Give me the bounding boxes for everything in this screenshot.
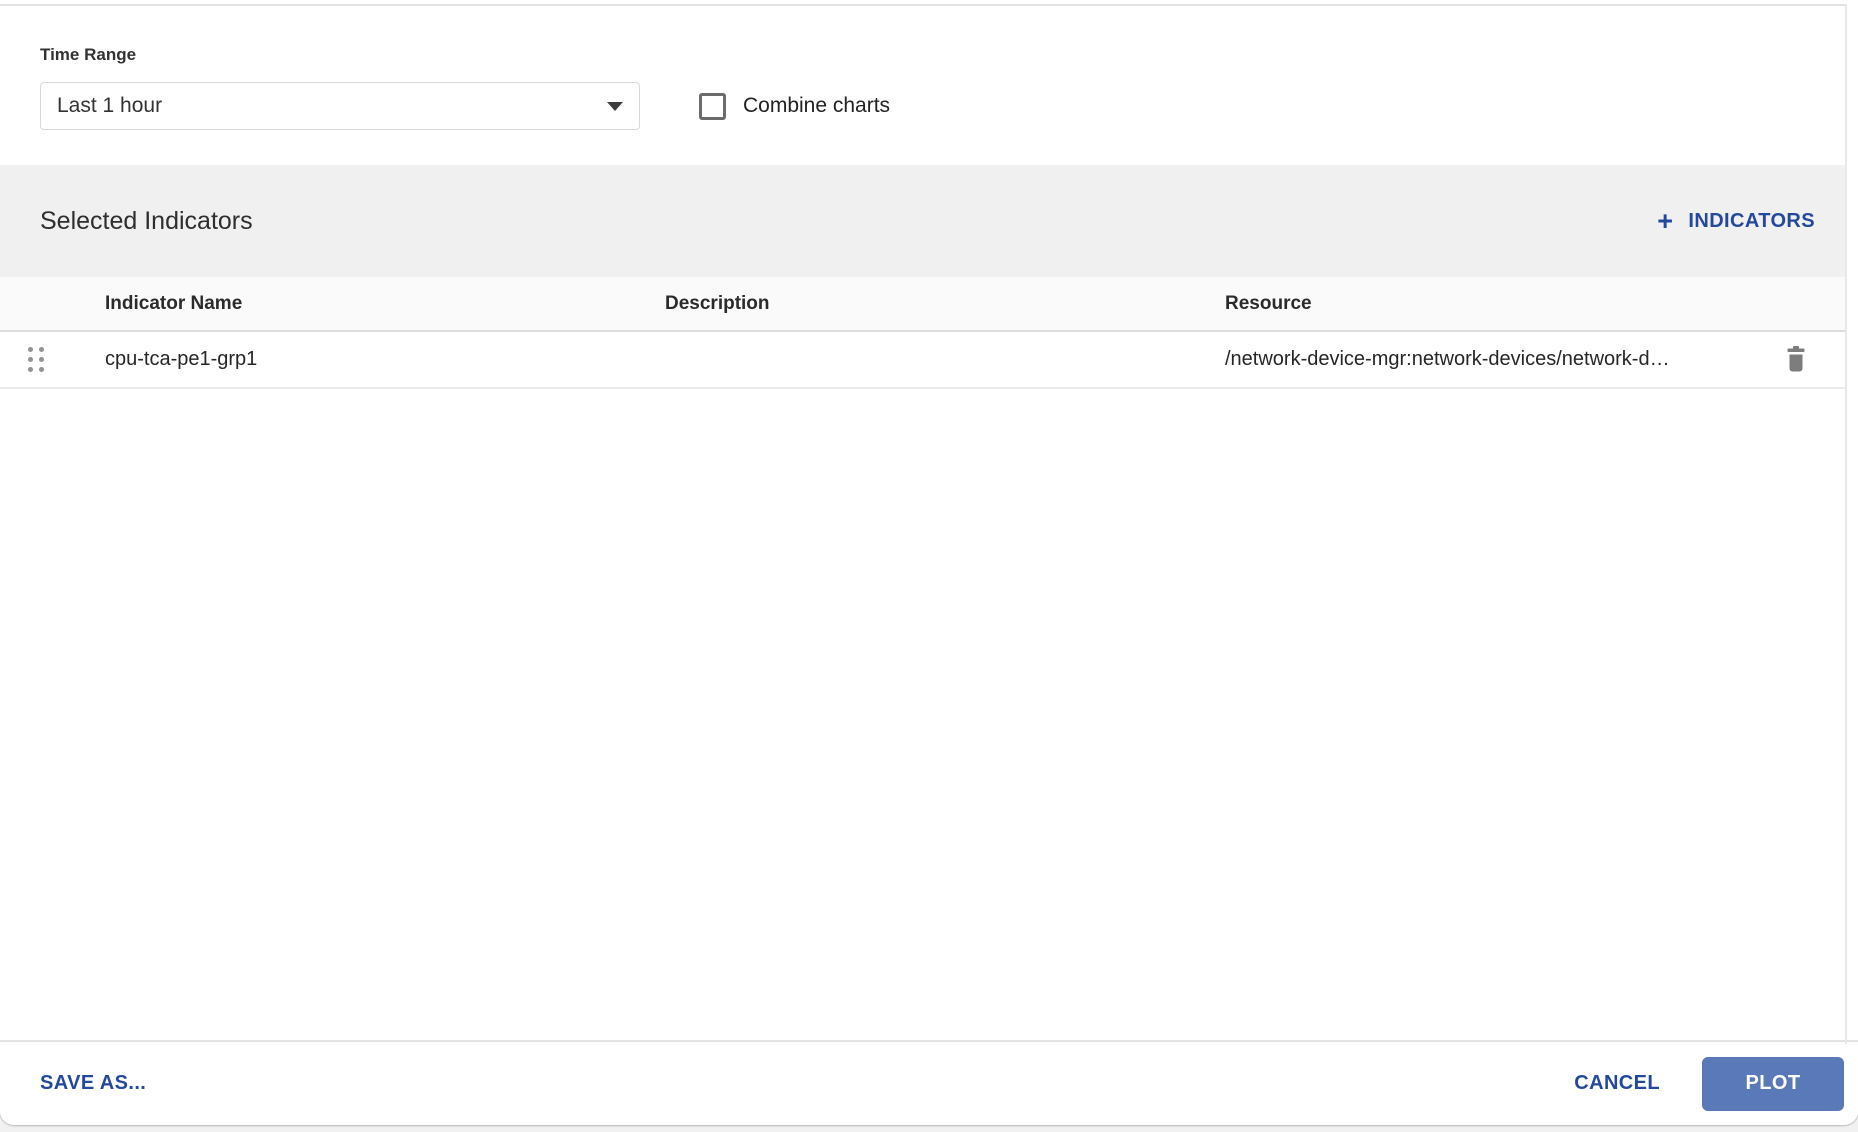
dialog-content: Time Range Last 1 hour Combine charts Se…	[0, 0, 1858, 1044]
drag-handle-icon[interactable]	[28, 347, 44, 372]
delete-row-button[interactable]	[1785, 346, 1807, 373]
cell-indicator-name: cpu-tca-pe1-grp1	[105, 348, 258, 370]
add-indicators-button[interactable]: + INDICATORS	[1657, 205, 1815, 236]
time-range-label: Time Range	[40, 45, 137, 64]
scroll-pane: Time Range Last 1 hour Combine charts Se…	[0, 4, 1847, 1044]
cancel-button[interactable]: CANCEL	[1574, 1072, 1660, 1095]
plot-indicators-dialog: Time Range Last 1 hour Combine charts Se…	[0, 0, 1858, 1125]
chevron-down-icon	[607, 101, 623, 111]
dialog-footer: SAVE AS... CANCEL PLOT	[0, 1040, 1858, 1125]
column-header-resource: Resource	[1225, 292, 1312, 314]
plot-button[interactable]: PLOT	[1702, 1056, 1844, 1111]
cell-resource: /network-device-mgr:network-devices/netw…	[1225, 348, 1670, 370]
combine-charts-group: Combine charts	[699, 92, 891, 120]
combine-charts-label: Combine charts	[743, 94, 891, 117]
time-range-section: Time Range Last 1 hour Combine charts	[40, 45, 1845, 130]
table-header: Indicator Name Description Resource	[0, 277, 1845, 332]
time-range-value: Last 1 hour	[57, 94, 163, 117]
save-as-button[interactable]: SAVE AS...	[40, 1072, 146, 1095]
add-indicators-label: INDICATORS	[1688, 209, 1815, 232]
top-divider	[0, 4, 1845, 6]
trash-icon	[1787, 346, 1805, 372]
selected-indicators-title: Selected Indicators	[40, 206, 253, 235]
selected-indicators-bar: Selected Indicators + INDICATORS	[0, 165, 1845, 277]
column-header-indicator-name: Indicator Name	[105, 292, 243, 314]
column-header-description: Description	[665, 292, 770, 314]
time-range-select[interactable]: Last 1 hour	[40, 82, 640, 130]
combine-charts-checkbox[interactable]	[699, 92, 726, 120]
table-row: cpu-tca-pe1-grp1 /network-device-mgr:net…	[0, 332, 1845, 389]
plus-icon: +	[1657, 205, 1674, 236]
